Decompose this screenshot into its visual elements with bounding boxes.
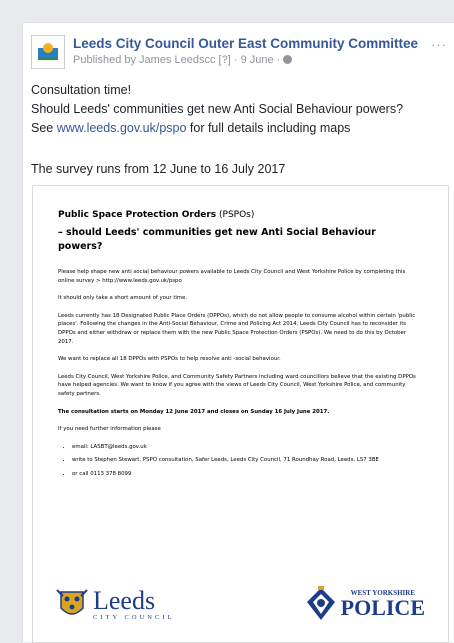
police-wordmark: POLICE xyxy=(340,595,425,620)
publisher-badge[interactable]: [?] xyxy=(219,54,231,66)
leeds-wordmark: Leeds xyxy=(93,585,156,615)
post-line-3-suffix: for full details including maps xyxy=(186,121,351,135)
post-line-1: Consultation time! xyxy=(31,83,132,97)
contact-phone: or call 0113 378 8099 xyxy=(72,470,423,479)
post-meta: Published by James Leedscc [?] · 9 June … xyxy=(73,54,293,66)
contact-list: email: LASBT@leeds.gov.uk write to Steph… xyxy=(58,443,423,479)
west-yorkshire-police-logo: WEST YORKSHIRE POLICE xyxy=(305,586,425,622)
publisher-text: Published by James Leedscc xyxy=(73,54,216,66)
more-options-icon[interactable]: ··· xyxy=(431,37,447,52)
page-name-link[interactable]: Leeds City Council Outer East Community … xyxy=(73,36,418,51)
logo-row: Leeds CITY COUNCIL WEST YORKSHIRE POLICE xyxy=(55,586,425,636)
document-subtitle: – should Leeds' communities get new Anti… xyxy=(58,227,376,252)
leeds-text: Leeds CITY COUNCIL xyxy=(93,585,175,621)
police-badge-icon xyxy=(306,586,335,620)
document-paragraph-4: We want to replace all 18 DPPOs with PSP… xyxy=(58,356,281,363)
leeds-subtitle: CITY COUNCIL xyxy=(93,613,175,621)
leeds-crest-icon xyxy=(56,589,88,615)
meta-separator-2: · xyxy=(276,54,281,66)
globe-icon xyxy=(283,55,293,64)
contact-email: email: LASBT@leeds.gov.uk xyxy=(72,443,423,452)
attached-document-image[interactable]: Public Space Protection Orders (PSPOs) –… xyxy=(32,185,449,643)
document-paragraph-7: If you need further information please xyxy=(58,426,161,433)
document-paragraph-2: It should only take a short amount of yo… xyxy=(58,295,188,302)
document-content: Public Space Protection Orders (PSPOs) –… xyxy=(58,208,423,484)
document-title: Public Space Protection Orders (PSPOs) xyxy=(58,208,423,222)
police-text: WEST YORKSHIRE POLICE xyxy=(341,589,425,619)
post-date-link[interactable]: 9 June xyxy=(241,54,274,66)
document-paragraph-3: Leeds currently has 18 Designated Public… xyxy=(58,312,416,345)
post-message: Consultation time! Should Leeds' communi… xyxy=(31,81,451,138)
document-paragraph-6: The consultation starts on Monday 12 Jun… xyxy=(58,408,330,415)
post-line-3-prefix: See xyxy=(31,121,57,135)
post-line-2: Should Leeds' communities get new Anti S… xyxy=(31,102,404,116)
post-line-3: See www.leeds.gov.uk/pspo for full detai… xyxy=(31,119,451,138)
document-title-main: Public Space Protection Orders xyxy=(58,210,217,220)
document-title-abbr: (PSPOs) xyxy=(216,210,255,220)
document-paragraph-1: Please help shape new anti social behavi… xyxy=(58,269,406,284)
council-logo-icon xyxy=(38,43,58,60)
meta-separator: · xyxy=(233,54,238,66)
document-paragraph-5: Leeds City Council, West Yorkshire Polic… xyxy=(58,373,416,397)
survey-dates: The survey runs from 12 June to 16 July … xyxy=(31,162,286,176)
pspo-link[interactable]: www.leeds.gov.uk/pspo xyxy=(57,121,187,135)
post-card: Leeds City Council Outer East Community … xyxy=(22,22,454,643)
page-avatar[interactable] xyxy=(31,35,65,69)
leeds-city-council-logo: Leeds CITY COUNCIL xyxy=(55,586,174,622)
contact-post: write to Stephen Stewart, PSPO consultat… xyxy=(72,456,423,465)
